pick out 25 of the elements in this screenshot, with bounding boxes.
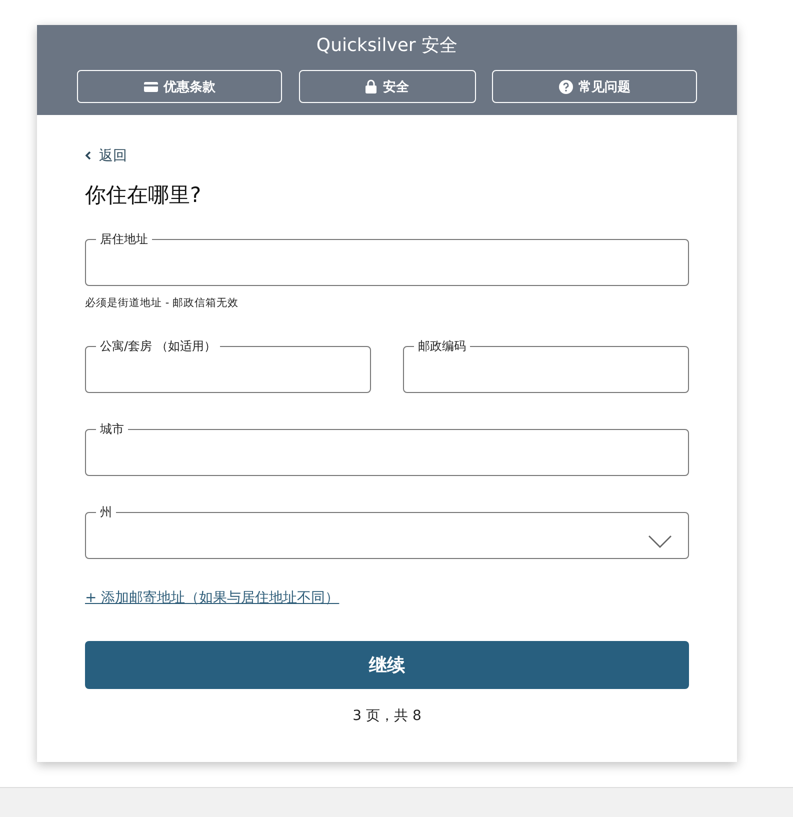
input-field[interactable]: 城市: [85, 420, 689, 476]
input-field[interactable]: 公寓/套房 （如适用）: [85, 338, 371, 392]
page-indicator: 3 页，共 8: [352, 706, 422, 724]
input-field[interactable]: 邮政编码: [403, 338, 689, 392]
field-label: 公寓/套房 （如适用）: [99, 338, 217, 354]
add-address-link[interactable]: + 添加邮寄地址（如果与居住地址不同）: [85, 588, 340, 606]
chevron-down-icon: [648, 534, 672, 548]
select-field[interactable]: 州: [85, 504, 689, 558]
tab-button[interactable]: 常见问题: [492, 70, 697, 103]
card-icon: [144, 82, 158, 92]
field-label: 居住地址: [99, 230, 149, 248]
field-label: 邮政编码: [417, 338, 467, 354]
lock-icon: [365, 79, 377, 94]
continue-button[interactable]: 继续: [85, 640, 689, 688]
page-title: Quicksilver 安全: [315, 34, 459, 58]
field-label: 城市: [99, 420, 125, 438]
tab-button[interactable]: 安全: [298, 70, 476, 103]
field-hint: 必须是街道地址 - 邮政信箱无效: [85, 296, 240, 310]
chevron-left-icon: [85, 151, 91, 160]
tab-button[interactable]: 优惠条款: [77, 70, 282, 103]
page-heading: 你住在哪里?: [85, 182, 202, 208]
help-icon: [558, 80, 572, 94]
back-link[interactable]: 返回: [85, 146, 127, 164]
input-field[interactable]: 居住地址: [85, 230, 689, 286]
field-label: 州: [99, 504, 113, 520]
